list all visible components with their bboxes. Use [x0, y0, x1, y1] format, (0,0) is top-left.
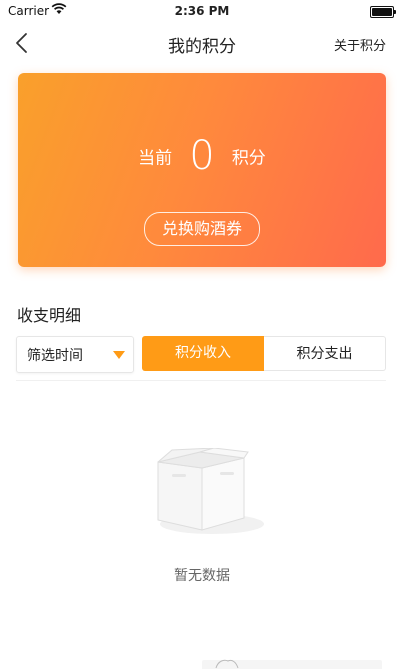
- points-unit-label: 积分: [231, 148, 266, 169]
- navigation-bar: 我的积分 关于积分: [0, 22, 404, 64]
- status-time: 2:36 PM: [174, 4, 230, 18]
- exchange-voucher-button[interactable]: 兑换购酒券: [144, 212, 260, 246]
- triangle-down-icon: [113, 351, 125, 359]
- points-card: 当前 0 积分 兑换购酒券: [18, 73, 386, 267]
- tab-points-income[interactable]: 积分收入: [142, 336, 264, 371]
- battery-icon: [370, 6, 396, 18]
- current-label: 当前: [138, 148, 173, 169]
- time-filter-label: 筛选时间: [27, 348, 83, 364]
- outline-icon: [215, 659, 239, 669]
- empty-box-icon: [157, 448, 264, 534]
- status-bar: Carrier 2:36 PM: [0, 0, 404, 22]
- points-value: 0: [189, 133, 215, 179]
- points-display: 当前 0 积分: [18, 133, 386, 179]
- tab-points-expense[interactable]: 积分支出: [264, 336, 386, 371]
- time-filter-select[interactable]: 筛选时间: [16, 336, 134, 373]
- empty-state-text: 暂无数据: [174, 568, 230, 584]
- divider: [16, 380, 386, 381]
- section-title: 收支明细: [17, 306, 82, 325]
- about-points-link[interactable]: 关于积分: [334, 35, 386, 54]
